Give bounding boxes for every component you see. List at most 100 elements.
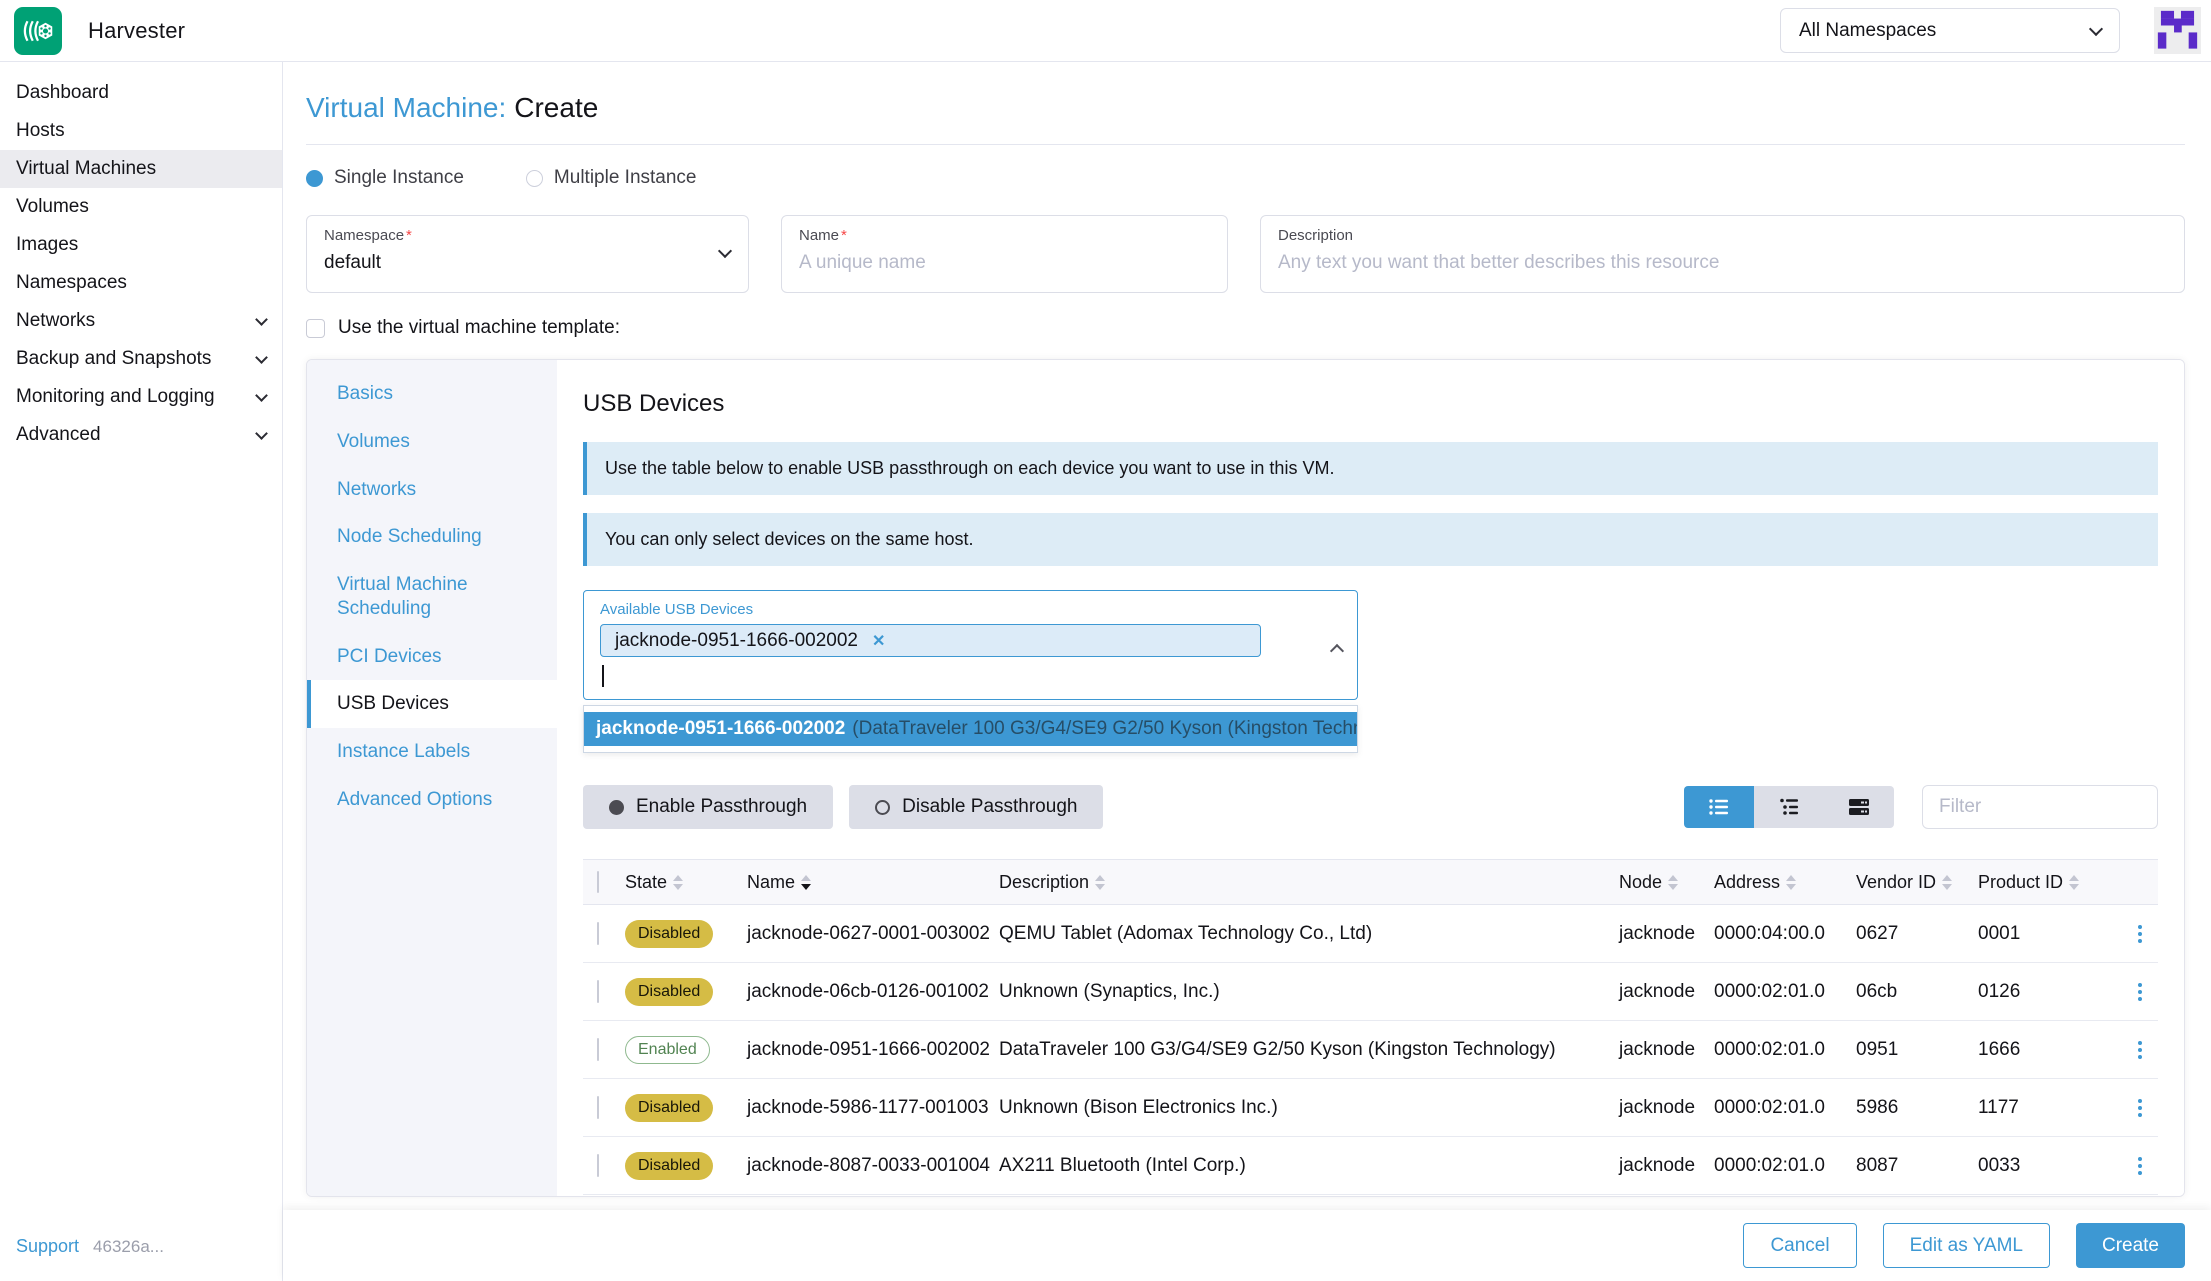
sort-icon [1942,874,1953,890]
namespace-field[interactable]: Namespace * default [306,215,749,293]
info-banner-same-host: You can only select devices on the same … [583,513,2158,566]
sidebar-item-hosts[interactable]: Hosts [0,112,282,150]
description-field[interactable]: Description Any text you want that bette… [1260,215,2185,293]
tab-networks[interactable]: Networks [307,466,557,514]
sort-icon [673,874,684,890]
main-content: Virtual Machine: Create Single Instance M… [283,62,2211,1210]
namespace-filter-select[interactable]: All Namespaces [1780,8,2120,53]
list-view-button[interactable] [1684,786,1754,828]
table-row: Disabled jacknode-06cb-0126-001002 Unkno… [583,963,2158,1021]
column-header-description[interactable]: Description [999,872,1619,893]
select-all-checkbox[interactable] [597,870,599,893]
column-header-product-id[interactable]: Product ID [1978,872,2098,893]
disable-passthrough-button[interactable]: Disable Passthrough [849,785,1104,829]
sidebar-item-images[interactable]: Images [0,226,282,264]
table-row: Disabled jacknode-8087-0033-001004 AX211… [583,1137,2158,1195]
usb-device-option[interactable]: jacknode-0951-1666-002002 (DataTraveler 1… [584,712,1357,746]
column-header-node[interactable]: Node [1619,872,1714,893]
edit-as-yaml-button[interactable]: Edit as YAML [1882,1223,2050,1268]
sidebar-item-backup-and-snapshots[interactable]: Backup and Snapshots [0,340,282,378]
column-header-name[interactable]: Name [747,872,999,893]
tab-virtual-machine-scheduling[interactable]: Virtual Machine Scheduling [307,561,557,633]
sidebar-item-monitoring-and-logging[interactable]: Monitoring and Logging [0,378,282,416]
table-row: Enabled jacknode-0951-1666-002002 DataTr… [583,1021,2158,1079]
tab-volumes[interactable]: Volumes [307,418,557,466]
app-title: Harvester [88,17,186,43]
usb-device-select[interactable]: Available USB Devices jacknode-0951-1666… [583,590,1358,700]
sort-icon [1668,874,1679,890]
table-row: Disabled jacknode-5986-1177-001003 Unkno… [583,1079,2158,1137]
column-header-vendor-id[interactable]: Vendor ID [1856,872,1978,893]
enable-passthrough-button[interactable]: Enable Passthrough [583,785,834,829]
required-asterisk: * [841,227,847,244]
list-view-icon [1709,799,1728,815]
section-title: USB Devices [583,390,725,417]
tab-usb-devices[interactable]: USB Devices [307,680,557,728]
tab-basics[interactable]: Basics [307,370,557,418]
row-checkbox[interactable] [597,1153,599,1177]
cancel-button[interactable]: Cancel [1743,1223,1857,1268]
sort-icon [1786,874,1797,890]
description-placeholder: Any text you want that better describes … [1278,252,1720,273]
status-badge: Disabled [625,1093,714,1122]
chevron-down-icon [255,312,268,326]
harvester-logo-icon[interactable] [14,6,62,55]
app-header: Harvester All Namespaces [0,0,2211,62]
sidebar-item-volumes[interactable]: Volumes [0,188,282,226]
row-actions-menu-icon[interactable] [2134,921,2146,947]
status-badge: Disabled [625,919,714,948]
chevron-down-icon [255,350,268,364]
sidebar-item-advanced[interactable]: Advanced [0,416,282,454]
row-actions-menu-icon[interactable] [2134,1037,2146,1063]
namespace-value: default [324,252,382,273]
sidebar-item-networks[interactable]: Networks [0,302,282,340]
tab-instance-labels[interactable]: Instance Labels [307,728,557,776]
name-placeholder: A unique name [799,252,926,273]
radio-unselected-icon [525,169,543,187]
column-header-state[interactable]: State [625,872,747,893]
filled-circle-icon [609,799,624,815]
wheat-icon [23,20,53,41]
filter-input[interactable] [1922,785,2158,829]
sidebar-nav: Dashboard Hosts Virtual Machines Volumes… [0,62,282,454]
row-checkbox[interactable] [597,921,599,945]
chevron-down-icon [2088,21,2104,36]
sidebar-item-dashboard[interactable]: Dashboard [0,74,282,112]
status-badge: Disabled [625,1151,714,1180]
row-checkbox[interactable] [597,979,599,1003]
tab-node-scheduling[interactable]: Node Scheduling [307,513,557,561]
user-avatar[interactable] [2154,7,2201,54]
name-field[interactable]: Name * A unique name [781,215,1228,293]
text-cursor [602,665,604,687]
sort-icon [2069,874,2080,890]
vm-basic-fields: Namespace * default Name * A unique name D… [306,215,2185,293]
sidebar-item-namespaces[interactable]: Namespaces [0,264,282,302]
radio-single-instance[interactable]: Single Instance [306,167,464,189]
row-actions-menu-icon[interactable] [2134,1153,2146,1179]
tab-pci-devices[interactable]: PCI Devices [307,633,557,681]
sidebar-item-virtual-machines[interactable]: Virtual Machines [0,150,282,188]
table-header: State Name Description Node Address Vend… [583,859,2158,905]
grouped-view-button[interactable] [1754,786,1824,828]
remove-tag-icon[interactable]: ✕ [872,631,885,651]
vm-create-tabs: Basics Volumes Networks Node Scheduling … [307,360,557,1196]
vm-template-checkbox[interactable] [306,318,325,338]
row-checkbox[interactable] [597,1095,599,1119]
row-actions-menu-icon[interactable] [2134,979,2146,1005]
instance-mode-radios: Single Instance Multiple Instance [306,167,2185,189]
row-checkbox[interactable] [597,1037,599,1061]
namespace-filter-value: All Namespaces [1799,19,1937,41]
sidebar-footer: Support 46326a... [0,1236,282,1281]
vm-create-card: Basics Volumes Networks Node Scheduling … [306,359,2185,1197]
column-header-address[interactable]: Address [1714,872,1856,893]
sort-icon [1095,874,1106,890]
radio-multiple-instance[interactable]: Multiple Instance [525,167,697,189]
support-link[interactable]: Support [16,1236,79,1257]
vm-template-label: Use the virtual machine template: [338,317,620,338]
create-button[interactable]: Create [2075,1223,2185,1268]
row-actions-menu-icon[interactable] [2134,1095,2146,1121]
version-text: 46326a... [93,1237,164,1256]
tab-advanced-options[interactable]: Advanced Options [307,776,557,824]
card-view-button[interactable] [1824,786,1894,828]
table-row: Disabled jacknode-0627-0001-003002 QEMU … [583,905,2158,963]
